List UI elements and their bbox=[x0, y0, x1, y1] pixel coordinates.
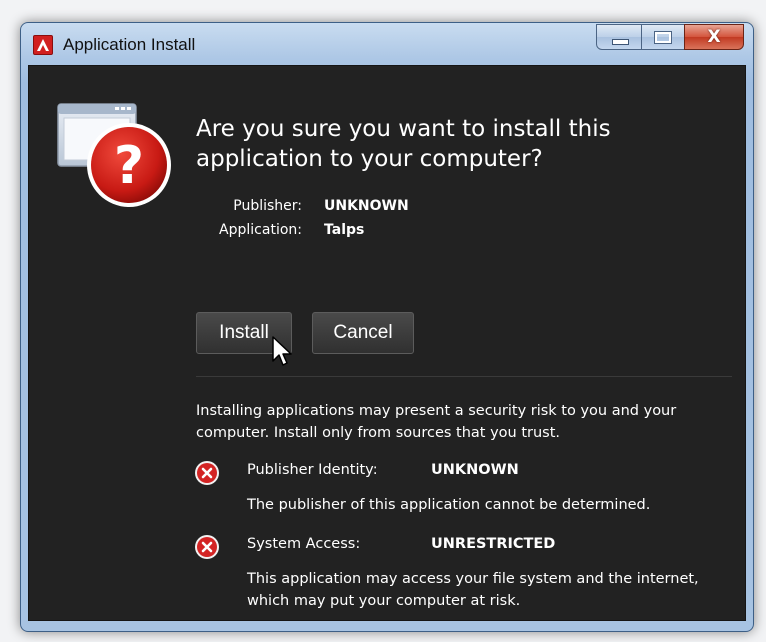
dialog-content: ? Are you sure you want to install this … bbox=[28, 65, 746, 621]
publisher-value: UNKNOWN bbox=[324, 198, 409, 214]
cancel-button[interactable]: Cancel bbox=[312, 312, 414, 354]
system-access-description: This application may access your file sy… bbox=[247, 571, 699, 609]
install-window: Application Install X ? Are you sure you… bbox=[20, 22, 754, 632]
window-title: Application Install bbox=[63, 35, 196, 54]
adobe-air-app-icon bbox=[33, 35, 53, 55]
publisher-identity-value: UNKNOWN bbox=[431, 462, 519, 478]
svg-text:?: ? bbox=[114, 136, 144, 196]
publisher-identity-description: The publisher of this application cannot… bbox=[247, 497, 651, 513]
minimize-button[interactable] bbox=[596, 24, 642, 50]
mouse-cursor-icon bbox=[272, 336, 292, 366]
close-button[interactable]: X bbox=[684, 24, 744, 50]
error-x-icon bbox=[195, 535, 219, 559]
system-access-value: UNRESTRICTED bbox=[431, 536, 556, 552]
publisher-identity-label: Publisher Identity: bbox=[247, 462, 378, 478]
question-warning-icon: ? bbox=[57, 103, 171, 207]
close-icon: X bbox=[707, 27, 721, 47]
application-label: Application: bbox=[219, 222, 302, 238]
minimize-icon bbox=[612, 39, 629, 45]
section-divider bbox=[196, 376, 732, 377]
install-question: Are you sure you want to install this ap… bbox=[196, 116, 611, 172]
maximize-icon bbox=[654, 31, 672, 44]
system-access-label: System Access: bbox=[247, 536, 361, 552]
title-bar[interactable]: Application Install X bbox=[21, 23, 753, 65]
security-warning-text: Installing applications may present a se… bbox=[196, 403, 677, 441]
maximize-button[interactable] bbox=[641, 24, 685, 50]
application-value: Talps bbox=[324, 222, 365, 238]
error-x-icon bbox=[195, 461, 219, 485]
publisher-label: Publisher: bbox=[233, 198, 302, 214]
